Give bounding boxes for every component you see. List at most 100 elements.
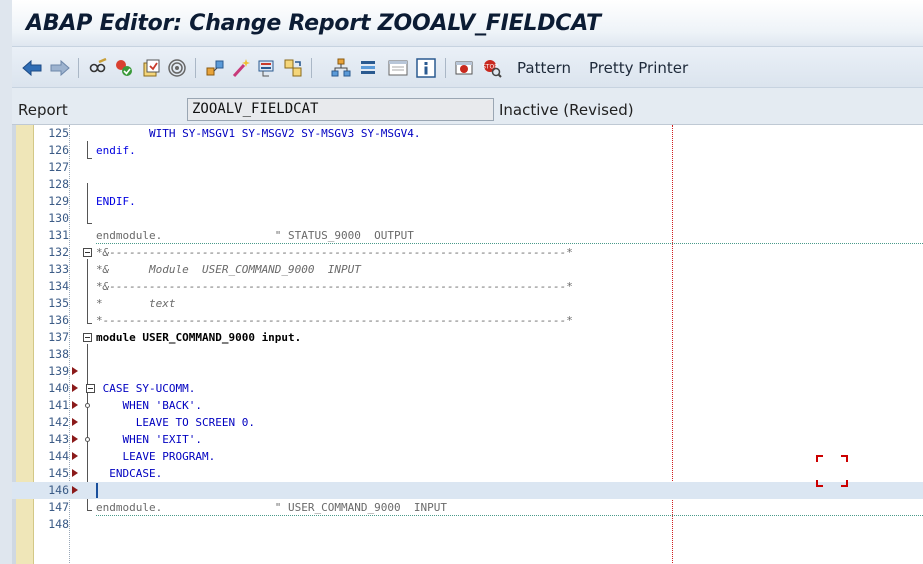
line-number: 132 [48,245,69,259]
line-number: 135 [48,296,69,310]
collapse-toggle-icon[interactable] [83,248,92,257]
line-number: 131 [48,228,69,242]
code-line-current[interactable]: 146 [12,482,923,499]
code-text: *---------------------------------------… [96,314,573,327]
line-number: 145 [48,466,69,480]
breakpoint-session-icon[interactable] [454,57,476,79]
code-line[interactable]: 139 [12,363,923,380]
code-text: module USER_COMMAND_9000 input. [96,331,302,344]
code-line[interactable]: 137 module USER_COMMAND_9000 input. [12,329,923,346]
code-line[interactable]: 132 *&----------------------------------… [12,244,923,261]
code-line[interactable]: 136 *-----------------------------------… [12,312,923,329]
change-marker-icon [72,452,78,460]
change-marker-icon [72,469,78,477]
code-text: LEAVE TO SCREEN 0. [96,416,255,429]
line-number: 126 [48,143,69,157]
code-line[interactable]: 135 * text [12,295,923,312]
title-bar: ABAP Editor: Change Report ZOOALV_FIELDC… [12,0,923,46]
report-name-field: ZOOALV_FIELDCAT [187,98,494,121]
line-number: 141 [48,398,69,412]
code-text: endmodule. " USER_COMMAND_9000 INPUT [96,501,447,514]
line-number: 130 [48,211,69,225]
line-number: 148 [48,517,69,531]
branch-node-icon [85,403,90,408]
code-text: * text [96,297,176,310]
code-text: endmodule. " STATUS_9000 OUTPUT [96,229,414,242]
code-text: ENDIF. [96,195,136,208]
code-line[interactable]: 138 [12,346,923,363]
text-cursor [96,483,98,498]
pretty-printer-button[interactable]: Pretty Printer [589,59,688,77]
debug-display-icon[interactable] [256,57,278,79]
line-number: 143 [48,432,69,446]
forward-arrow-icon[interactable] [49,57,71,79]
code-line[interactable]: 148 [12,516,923,533]
code-editor[interactable]: 125 WITH SY-MSGV1 SY-MSGV2 SY-MSGV3 SY-M… [12,124,923,564]
code-line[interactable]: 129 ENDIF. [12,193,923,210]
code-line[interactable]: 141 WHEN 'BACK'. [12,397,923,414]
line-number: 138 [48,347,69,361]
sync-navigation-icon[interactable] [282,57,304,79]
code-line[interactable]: 130 [12,210,923,227]
report-header: Report ZOOALV_FIELDCAT Inactive (Revised… [12,88,923,124]
hierarchy-icon[interactable] [330,57,352,79]
collapse-toggle-icon[interactable] [86,384,95,393]
selection-frame [816,455,848,487]
application-toolbar: STOP Pattern Pretty Printer [12,46,923,88]
line-number: 144 [48,449,69,463]
breakpoint-external-icon[interactable]: STOP [481,57,503,79]
change-marker-icon [72,418,78,426]
magic-wand-icon[interactable] [230,57,252,79]
code-line[interactable]: 144 LEAVE PROGRAM. [12,448,923,465]
activate-check-icon[interactable] [113,57,135,79]
code-line[interactable]: 134 *&----------------------------------… [12,278,923,295]
code-line[interactable]: 143 WHEN 'EXIT'. [12,431,923,448]
svg-text:STOP: STOP [482,64,498,71]
code-text: WHEN 'EXIT'. [96,433,202,446]
line-number: 134 [48,279,69,293]
code-line[interactable]: 142 LEAVE TO SCREEN 0. [12,414,923,431]
stack-icon[interactable] [357,57,379,79]
line-number: 136 [48,313,69,327]
toolbar-separator [311,58,312,78]
code-text: *&--------------------------------------… [96,280,573,293]
code-text: CASE SY-UCOMM. [96,382,196,395]
toolbar-separator [195,58,196,78]
test-object-icon[interactable] [140,57,162,79]
line-number: 129 [48,194,69,208]
line-number: 139 [48,364,69,378]
code-line[interactable]: 125 WITH SY-MSGV1 SY-MSGV2 SY-MSGV3 SY-M… [12,125,923,142]
line-number: 133 [48,262,69,276]
code-line[interactable]: 128 [12,176,923,193]
code-text: WHEN 'BACK'. [96,399,202,412]
code-line[interactable]: 140 CASE SY-UCOMM. [12,380,923,397]
change-marker-icon [72,384,78,392]
object-list-icon[interactable] [204,57,226,79]
code-text: endif. [96,144,136,157]
glasses-display-change-icon[interactable] [87,57,109,79]
window-icon[interactable] [387,57,409,79]
abap-editor-window: ABAP Editor: Change Report ZOOALV_FIELDC… [0,0,923,564]
collapse-toggle-icon[interactable] [83,333,92,342]
code-line[interactable]: 145 ENDCASE. [12,465,923,482]
code-line[interactable]: 127 [12,159,923,176]
line-number: 127 [48,160,69,174]
window-title: ABAP Editor: Change Report ZOOALV_FIELDC… [26,11,601,36]
line-number: 125 [48,126,69,140]
code-line[interactable]: 126 endif. [12,142,923,159]
line-number: 140 [48,381,69,395]
info-icon[interactable] [415,57,437,79]
line-number: 147 [48,500,69,514]
code-line[interactable]: 131 endmodule. " STATUS_9000 OUTPUT [12,227,923,244]
back-arrow-icon[interactable] [21,57,43,79]
pattern-button[interactable]: Pattern [517,59,571,77]
toolbar-separator [78,58,79,78]
where-used-icon[interactable] [166,57,188,79]
line-number: 146 [48,483,69,497]
code-text: *& Module USER_COMMAND_9000 INPUT [96,263,361,276]
code-line[interactable]: 133 *& Module USER_COMMAND_9000 INPUT [12,261,923,278]
change-marker-icon [72,367,78,375]
code-line[interactable]: 147 endmodule. " USER_COMMAND_9000 INPUT [12,499,923,516]
change-marker-icon [72,486,78,494]
change-marker-icon [72,435,78,443]
